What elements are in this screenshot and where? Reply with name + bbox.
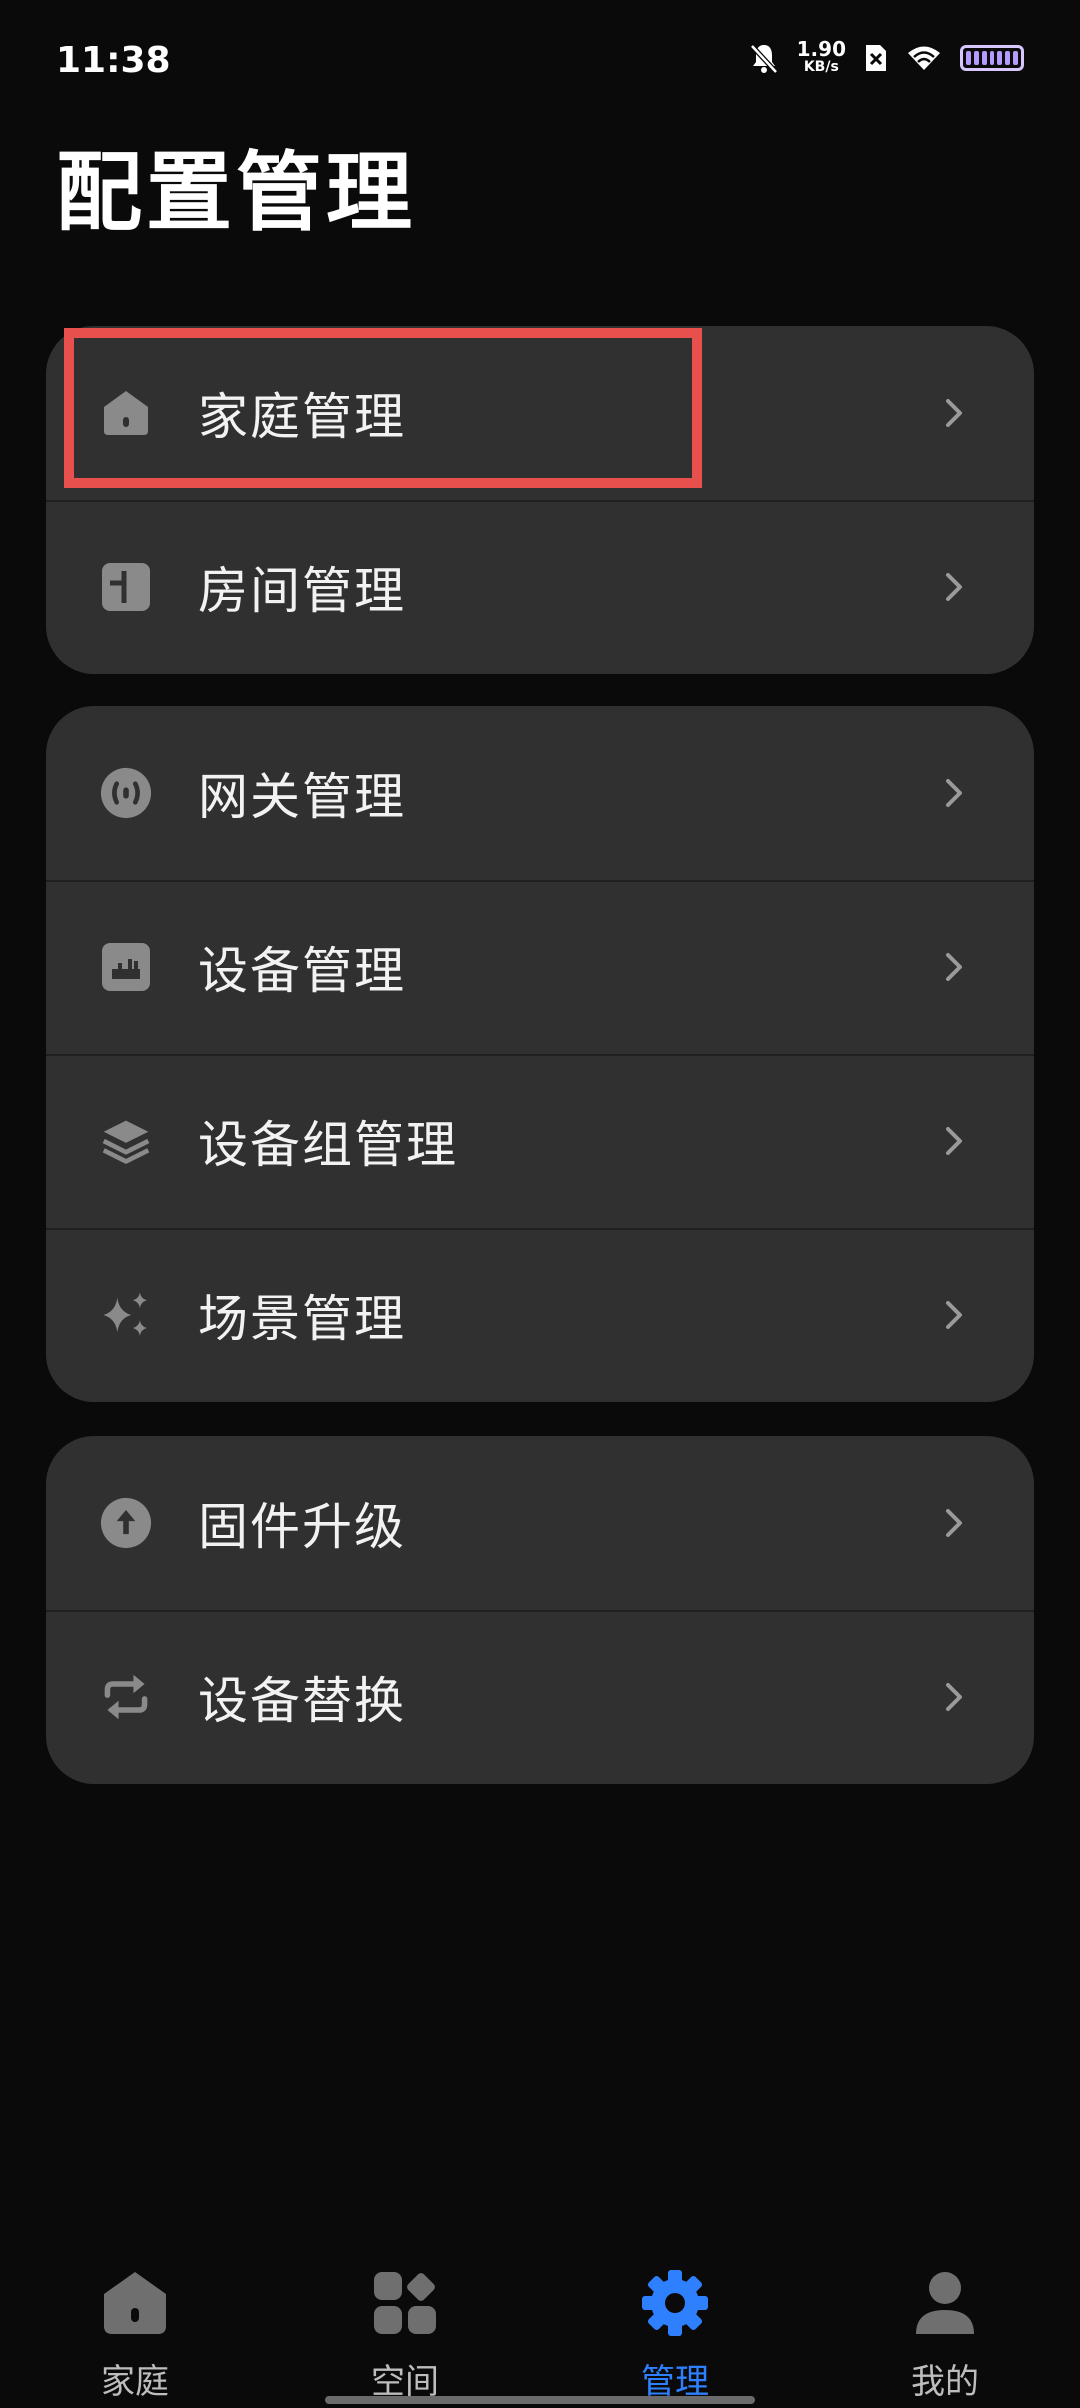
menu-item-label: 房间管理 bbox=[198, 562, 406, 620]
tab-space[interactable]: 空间 bbox=[320, 2250, 490, 2408]
net-speed: 1.90 KB/s bbox=[796, 37, 846, 76]
menu-item-room-management[interactable]: 房间管理 bbox=[46, 500, 1034, 674]
layers-icon bbox=[100, 1115, 152, 1167]
menu-item-label: 设备组管理 bbox=[198, 1116, 458, 1174]
tab-management[interactable]: 管理 bbox=[590, 2250, 760, 2408]
menu-item-label: 家庭管理 bbox=[198, 388, 406, 446]
net-speed-unit: KB/s bbox=[803, 59, 839, 75]
settings-group-maintenance: 固件升级 设备替换 bbox=[46, 1436, 1034, 1784]
tab-label: 家庭 bbox=[101, 2362, 169, 2402]
sparkle-icon bbox=[100, 1289, 152, 1341]
chevron-right-icon bbox=[946, 1301, 962, 1329]
gateway-icon bbox=[100, 767, 152, 819]
menu-item-label: 固件升级 bbox=[198, 1498, 406, 1556]
status-bar: 11:38 1.90 KB/s bbox=[0, 0, 1080, 120]
menu-item-device-management[interactable]: 设备管理 bbox=[46, 880, 1034, 1054]
chevron-right-icon bbox=[946, 779, 962, 807]
home-icon bbox=[104, 2272, 166, 2334]
menu-item-label: 场景管理 bbox=[198, 1290, 406, 1348]
menu-item-device-replacement[interactable]: 设备替换 bbox=[46, 1610, 1034, 1784]
gear-icon bbox=[642, 2270, 708, 2336]
menu-item-firmware-upgrade[interactable]: 固件升级 bbox=[46, 1436, 1034, 1610]
device-icon bbox=[100, 941, 152, 993]
grid-icon bbox=[374, 2272, 436, 2334]
user-icon bbox=[916, 2272, 974, 2334]
settings-group-devices: 网关管理 设备管理 设备组管理 场景管理 bbox=[46, 706, 1034, 1402]
status-icons: 1.90 KB/s bbox=[749, 37, 1024, 76]
chevron-right-icon bbox=[946, 1509, 962, 1537]
menu-item-scene-management[interactable]: 场景管理 bbox=[46, 1228, 1034, 1402]
menu-item-label: 设备替换 bbox=[198, 1672, 406, 1730]
tab-label: 我的 bbox=[911, 2362, 979, 2402]
bell-off-icon bbox=[749, 44, 778, 74]
settings-group-home: 家庭管理 房间管理 bbox=[46, 326, 1034, 674]
status-time: 11:38 bbox=[56, 40, 171, 81]
upload-icon bbox=[100, 1497, 152, 1549]
chevron-right-icon bbox=[946, 1127, 962, 1155]
menu-item-label: 网关管理 bbox=[198, 768, 406, 826]
menu-item-gateway-management[interactable]: 网关管理 bbox=[46, 706, 1034, 880]
menu-item-device-group-management[interactable]: 设备组管理 bbox=[46, 1054, 1034, 1228]
menu-item-home-management[interactable]: 家庭管理 bbox=[46, 326, 1034, 500]
chevron-right-icon bbox=[946, 953, 962, 981]
home-icon bbox=[100, 387, 152, 439]
chevron-right-icon bbox=[946, 573, 962, 601]
menu-item-label: 设备管理 bbox=[198, 942, 406, 1000]
tab-home[interactable]: 家庭 bbox=[50, 2250, 220, 2408]
net-speed-value: 1.90 bbox=[796, 37, 846, 61]
wifi-icon bbox=[908, 46, 940, 70]
chevron-right-icon bbox=[946, 399, 962, 427]
sim-x-icon bbox=[866, 45, 886, 71]
room-icon bbox=[100, 561, 152, 613]
bottom-tab-bar: 家庭 空间 管理 我的 bbox=[0, 2250, 1080, 2408]
page-title: 配置管理 bbox=[56, 143, 416, 243]
swap-icon bbox=[100, 1671, 152, 1723]
tab-profile[interactable]: 我的 bbox=[860, 2250, 1030, 2408]
chevron-right-icon bbox=[946, 1683, 962, 1711]
battery-icon bbox=[960, 45, 1024, 71]
home-indicator bbox=[325, 2396, 755, 2404]
